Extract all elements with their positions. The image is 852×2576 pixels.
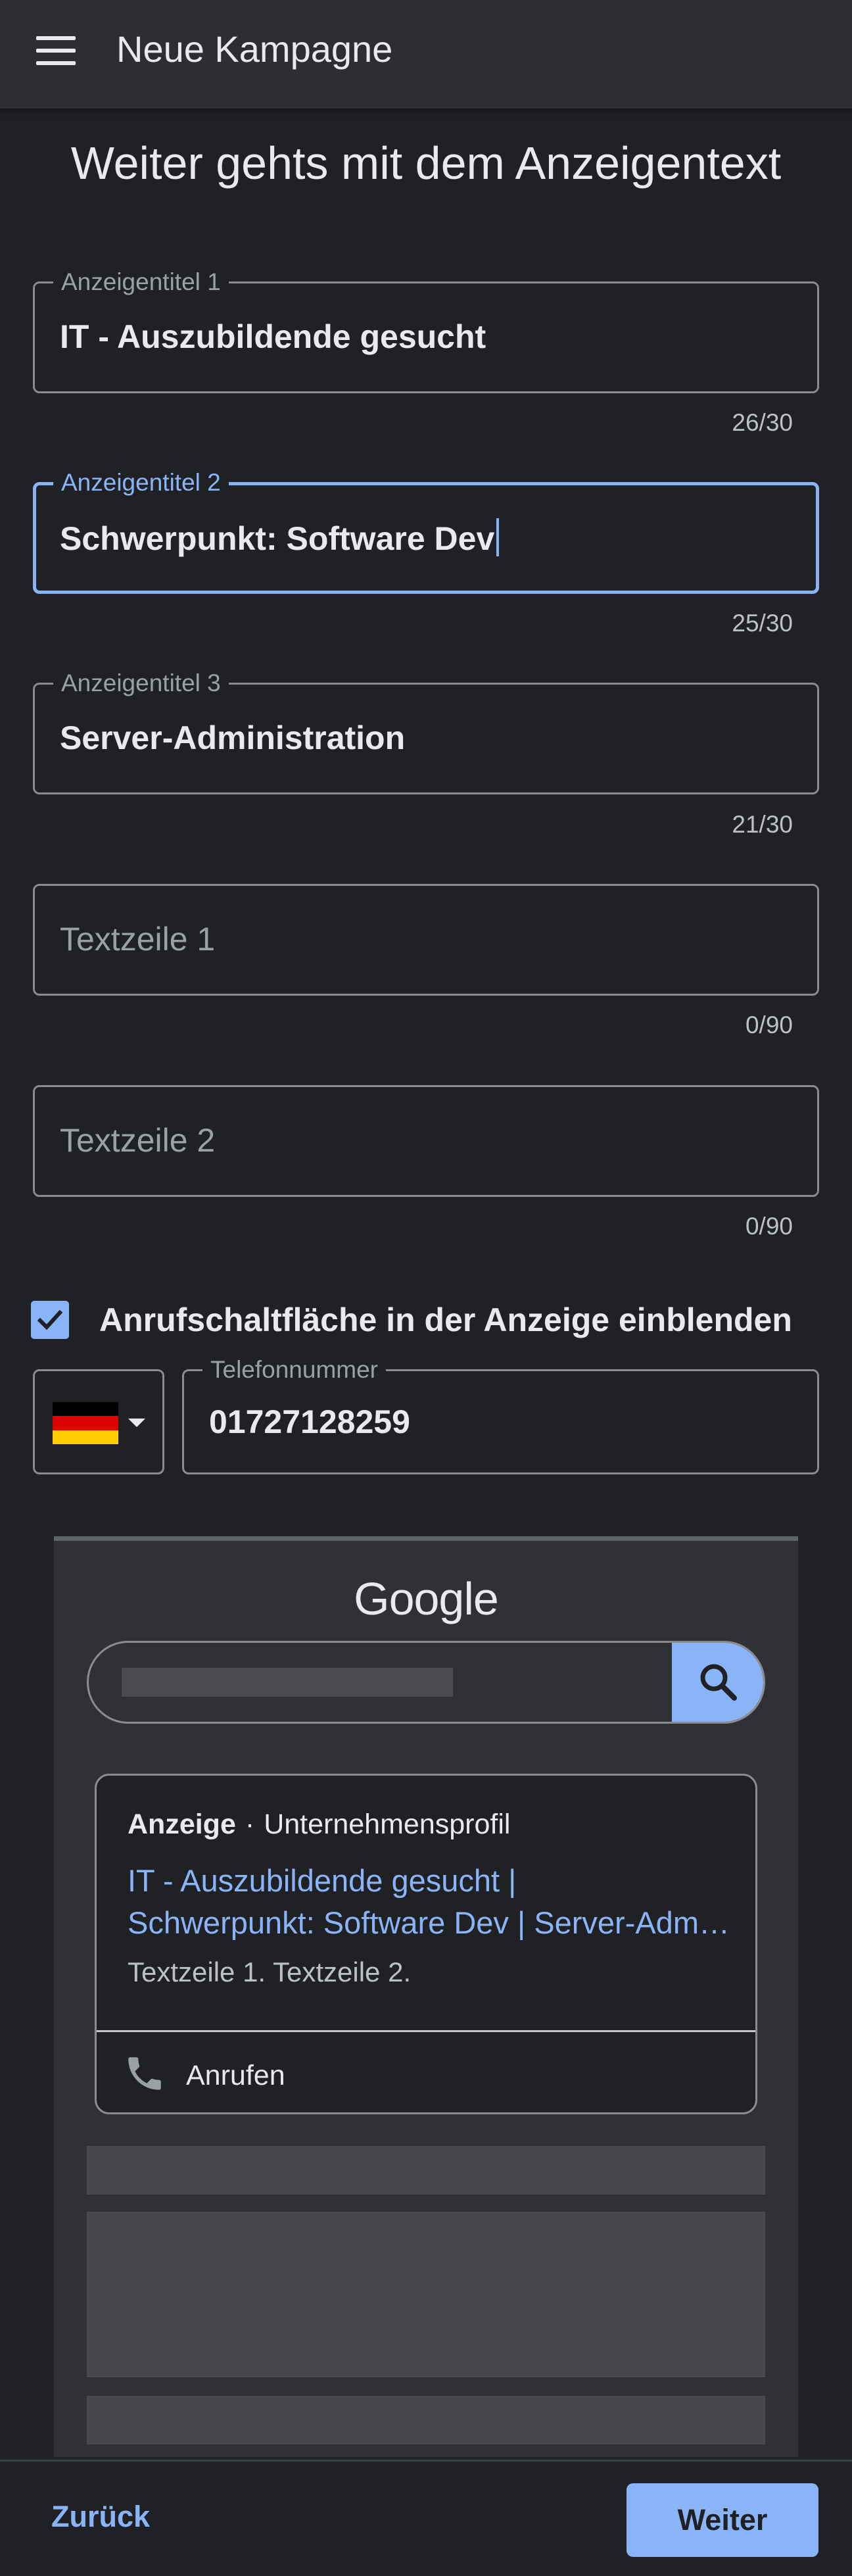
phone-number-label: Telefonnummer — [202, 1355, 387, 1384]
dropdown-arrow-icon — [128, 1419, 145, 1427]
search-icon — [700, 1664, 737, 1701]
headline-2-label: Anzeigentitel 2 — [53, 468, 229, 497]
ad-badge: Anzeige — [128, 1809, 236, 1840]
placeholder-result-bar — [87, 2396, 765, 2444]
bottom-bar: Zurück Weiter — [0, 2460, 852, 2576]
phone-number-input[interactable]: 01727128259 — [209, 1403, 410, 1441]
headline-3-counter: 21/30 — [732, 811, 793, 838]
ad-profile-label: Unternehmensprofil — [264, 1809, 511, 1840]
placeholder-result-block — [87, 2212, 765, 2377]
ad-title-link[interactable]: IT - Auszubildende gesucht | Schwerpunkt… — [128, 1860, 732, 1944]
headline-3-field[interactable]: Anzeigentitel 3 Server-Administration — [33, 669, 819, 794]
phone-icon — [128, 2057, 161, 2090]
ad-title-line-2: Schwerpunkt: Software Dev | Server-Admin… — [128, 1905, 732, 1940]
ad-title-line-1: IT - Auszubildende gesucht | — [128, 1863, 517, 1898]
ad-call-button[interactable]: Anrufen — [97, 2032, 755, 2114]
search-placeholder-bar — [122, 1668, 453, 1697]
country-code-select[interactable] — [33, 1369, 164, 1474]
ad-separator: · — [245, 1809, 255, 1840]
headline-2-counter: 25/30 — [732, 610, 793, 637]
call-button-checkbox-label[interactable]: Anrufschaltfläche in der Anzeige einblen… — [99, 1301, 792, 1339]
description-2-field[interactable]: Textzeile 2 — [33, 1085, 819, 1197]
phone-number-field[interactable]: Telefonnummer 01727128259 — [182, 1355, 819, 1474]
ad-call-label: Anrufen — [186, 2060, 285, 2091]
description-2-input[interactable]: Textzeile 2 — [60, 1121, 215, 1159]
headline-2-input[interactable]: Schwerpunkt: Software Dev — [60, 518, 500, 558]
checkmark-icon — [37, 1309, 63, 1330]
headline-3-label: Anzeigentitel 3 — [53, 669, 229, 698]
ad-card: Anzeige · Unternehmensprofil IT - Auszubil… — [95, 1774, 757, 2114]
google-logo: Google — [354, 1573, 499, 1624]
headline-1-field[interactable]: Anzeigentitel 1 IT - Auszubildende gesuc… — [33, 268, 819, 393]
menu-icon[interactable] — [36, 36, 76, 65]
search-button — [672, 1643, 763, 1722]
headline-2-field[interactable]: Anzeigentitel 2 Schwerpunkt: Software De… — [33, 468, 819, 594]
headline-1-input[interactable]: IT - Auszubildende gesucht — [60, 318, 486, 356]
headline-1-counter: 26/30 — [732, 409, 793, 436]
headline-3-input[interactable]: Server-Administration — [60, 719, 405, 757]
ad-preview: Google Anzeige · Unternehmensprofil IT - A… — [54, 1536, 798, 2457]
ad-description: Textzeile 1. Textzeile 2. — [128, 1956, 412, 1987]
page-title: Weiter gehts mit dem Anzeigentext — [70, 137, 782, 189]
preview-search-bar — [87, 1641, 765, 1724]
description-1-counter: 0/90 — [745, 1011, 793, 1038]
description-2-counter: 0/90 — [745, 1213, 793, 1240]
next-button[interactable]: Weiter — [627, 2483, 818, 2557]
text-caret — [496, 518, 500, 556]
call-button-checkbox[interactable] — [31, 1301, 69, 1339]
germany-flag-icon — [53, 1402, 118, 1444]
description-1-input[interactable]: Textzeile 1 — [60, 920, 215, 958]
ad-meta: Anzeige · Unternehmensprofil — [128, 1809, 510, 1841]
app-bar-title: Neue Kampagne — [116, 28, 393, 70]
back-button[interactable]: Zurück — [51, 2500, 150, 2534]
placeholder-result-bar — [87, 2146, 765, 2195]
description-1-field[interactable]: Textzeile 1 — [33, 884, 819, 996]
app-bar: Neue Kampagne — [0, 0, 852, 109]
headline-1-label: Anzeigentitel 1 — [53, 268, 229, 297]
